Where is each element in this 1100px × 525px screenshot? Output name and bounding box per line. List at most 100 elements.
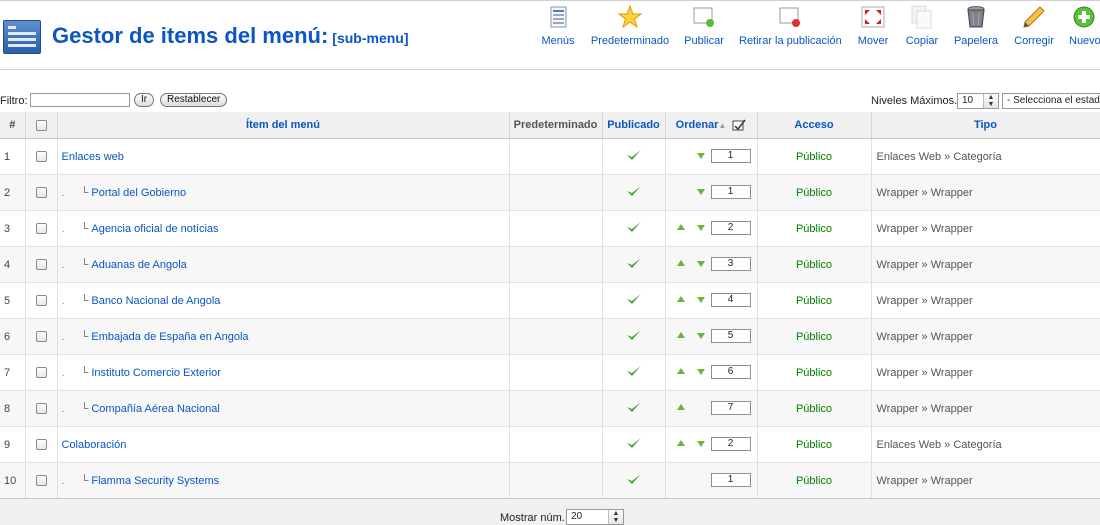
default-cell[interactable] bbox=[509, 246, 603, 283]
move-down-icon[interactable] bbox=[696, 225, 705, 231]
row-checkbox[interactable] bbox=[35, 331, 47, 343]
row-select-cell[interactable] bbox=[25, 318, 58, 355]
default-cell[interactable] bbox=[509, 354, 603, 391]
default-cell[interactable] bbox=[509, 174, 603, 211]
move-up-icon[interactable] bbox=[676, 404, 685, 410]
column-header-published[interactable]: Publicado bbox=[602, 112, 666, 139]
published-check-icon[interactable] bbox=[626, 149, 642, 161]
row-checkbox[interactable] bbox=[35, 187, 47, 199]
select-all-checkbox[interactable] bbox=[35, 119, 47, 131]
row-checkbox[interactable] bbox=[35, 403, 47, 415]
levels-select[interactable]: 10 ▲ ▼ bbox=[957, 93, 999, 109]
menu-item-link[interactable]: Banco Nacional de Angola bbox=[91, 295, 220, 307]
order-input[interactable]: 3 bbox=[710, 257, 751, 271]
published-check-icon[interactable] bbox=[626, 293, 642, 305]
save-order-icon[interactable] bbox=[732, 119, 746, 131]
row-select-cell[interactable] bbox=[25, 282, 58, 319]
row-checkbox[interactable] bbox=[35, 475, 47, 487]
move-button[interactable]: Mover bbox=[856, 1, 890, 49]
move-down-icon[interactable] bbox=[696, 333, 705, 339]
default-cell[interactable] bbox=[509, 462, 603, 499]
move-up-icon[interactable] bbox=[676, 224, 685, 230]
publish-button[interactable]: Publicar bbox=[683, 1, 725, 49]
column-header-access[interactable]: Acceso bbox=[757, 112, 872, 139]
move-up-icon[interactable] bbox=[676, 260, 685, 266]
access-link[interactable]: Público bbox=[796, 151, 832, 163]
access-link[interactable]: Público bbox=[796, 403, 832, 415]
reset-button[interactable]: Restablecer bbox=[160, 93, 228, 107]
order-input[interactable]: 5 bbox=[710, 329, 751, 343]
move-down-icon[interactable] bbox=[696, 369, 705, 375]
order-input[interactable]: 1 bbox=[710, 185, 751, 199]
menu-item-link[interactable]: Instituto Comercio Exterior bbox=[91, 367, 221, 379]
row-select-cell[interactable] bbox=[25, 390, 58, 427]
menu-item-link[interactable]: Colaboración bbox=[62, 439, 127, 451]
published-check-icon[interactable] bbox=[626, 185, 642, 197]
edit-button[interactable]: Corregir bbox=[1013, 1, 1055, 49]
column-header-select-all[interactable] bbox=[25, 112, 58, 139]
order-input[interactable]: 7 bbox=[710, 401, 751, 415]
access-link[interactable]: Público bbox=[796, 367, 832, 379]
move-up-icon[interactable] bbox=[676, 332, 685, 338]
row-select-cell[interactable] bbox=[25, 462, 58, 499]
default-cell[interactable] bbox=[509, 390, 603, 427]
order-input[interactable]: 2 bbox=[710, 221, 751, 235]
order-input[interactable]: 4 bbox=[710, 293, 751, 307]
menu-item-link[interactable]: Portal del Gobierno bbox=[91, 187, 186, 199]
row-checkbox[interactable] bbox=[35, 259, 47, 271]
move-down-icon[interactable] bbox=[696, 261, 705, 267]
menu-item-link[interactable]: Enlaces web bbox=[62, 151, 124, 163]
row-checkbox[interactable] bbox=[35, 223, 47, 235]
new-button[interactable]: Nuevo bbox=[1069, 1, 1100, 49]
move-down-icon[interactable] bbox=[696, 153, 705, 159]
column-header-item[interactable]: Ítem del menú bbox=[57, 112, 510, 139]
state-select[interactable]: - Selecciona el estado - bbox=[1002, 93, 1100, 109]
menu-item-link[interactable]: Flamma Security Systems bbox=[91, 475, 219, 487]
filter-input[interactable] bbox=[30, 93, 130, 107]
column-header-order[interactable]: Ordenar▲ bbox=[665, 112, 758, 139]
access-link[interactable]: Público bbox=[796, 187, 832, 199]
column-header-type[interactable]: Tipo bbox=[871, 112, 1100, 139]
move-up-icon[interactable] bbox=[676, 440, 685, 446]
published-check-icon[interactable] bbox=[626, 401, 642, 413]
order-input[interactable]: 6 bbox=[710, 365, 751, 379]
default-cell[interactable] bbox=[509, 318, 603, 355]
published-check-icon[interactable] bbox=[626, 473, 642, 485]
move-up-icon[interactable] bbox=[676, 368, 685, 374]
menu-item-link[interactable]: Agencia oficial de notícias bbox=[91, 223, 218, 235]
published-check-icon[interactable] bbox=[626, 329, 642, 341]
access-link[interactable]: Público bbox=[796, 295, 832, 307]
menu-item-link[interactable]: Aduanas de Angola bbox=[91, 259, 186, 271]
move-down-icon[interactable] bbox=[696, 297, 705, 303]
row-checkbox[interactable] bbox=[35, 367, 47, 379]
default-cell[interactable] bbox=[509, 138, 603, 175]
move-down-icon[interactable] bbox=[696, 189, 705, 195]
published-check-icon[interactable] bbox=[626, 437, 642, 449]
access-link[interactable]: Público bbox=[796, 331, 832, 343]
row-checkbox[interactable] bbox=[35, 151, 47, 163]
row-select-cell[interactable] bbox=[25, 246, 58, 283]
access-link[interactable]: Público bbox=[796, 223, 832, 235]
move-down-icon[interactable] bbox=[696, 441, 705, 447]
unpublish-button[interactable]: Retirar la publicación bbox=[739, 1, 842, 49]
access-link[interactable]: Público bbox=[796, 475, 832, 487]
row-select-cell[interactable] bbox=[25, 174, 58, 211]
row-checkbox[interactable] bbox=[35, 439, 47, 451]
access-link[interactable]: Público bbox=[796, 439, 832, 451]
row-select-cell[interactable] bbox=[25, 426, 58, 463]
default-button[interactable]: Predeterminado bbox=[590, 1, 670, 49]
menu-item-link[interactable]: Embajada de España en Angola bbox=[91, 331, 248, 343]
menu-item-link[interactable]: Compañía Aérea Nacional bbox=[91, 403, 219, 415]
published-check-icon[interactable] bbox=[626, 257, 642, 269]
row-select-cell[interactable] bbox=[25, 138, 58, 175]
menus-button[interactable]: Menús bbox=[540, 1, 576, 49]
order-input[interactable]: 1 bbox=[710, 473, 751, 487]
move-up-icon[interactable] bbox=[676, 296, 685, 302]
order-input[interactable]: 2 bbox=[710, 437, 751, 451]
default-cell[interactable] bbox=[509, 282, 603, 319]
access-link[interactable]: Público bbox=[796, 259, 832, 271]
row-select-cell[interactable] bbox=[25, 354, 58, 391]
default-cell[interactable] bbox=[509, 426, 603, 463]
row-checkbox[interactable] bbox=[35, 295, 47, 307]
copy-button[interactable]: Copiar bbox=[905, 1, 939, 49]
